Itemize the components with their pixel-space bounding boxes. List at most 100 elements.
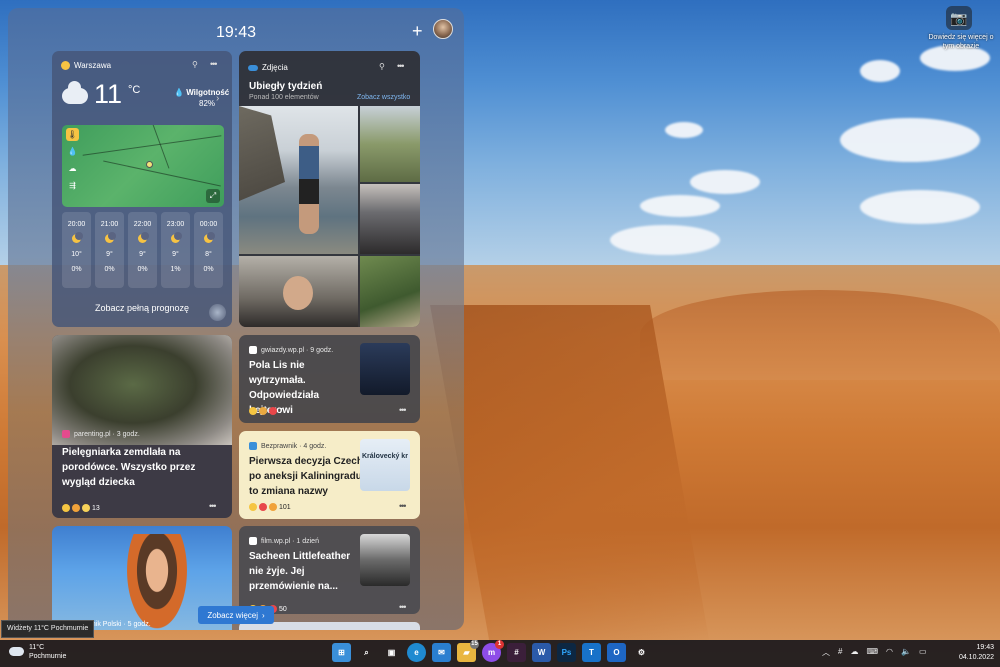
photo-thumbnail[interactable] — [360, 256, 420, 327]
chevron-right-icon[interactable]: › — [216, 93, 219, 104]
search-icon[interactable]: ⌕ — [357, 643, 376, 662]
avatar[interactable] — [433, 19, 453, 39]
news-card[interactable]: parenting.pl · 3 godz. Pielęgniarka zemd… — [52, 335, 232, 518]
photo-thumbnail[interactable] — [239, 256, 358, 327]
hour-item: 21:00 9° 0% — [95, 212, 124, 288]
droplet-icon[interactable]: 💧 — [66, 145, 79, 158]
cloud — [860, 190, 980, 224]
thermometer-icon[interactable]: 🌡 — [66, 128, 79, 141]
news-card[interactable]: gwiazdy.wp.pl · 9 godz. Pola Lis nie wyt… — [239, 335, 420, 423]
reactions[interactable]: 13 — [62, 504, 100, 512]
photos-widget[interactable]: Zdjęcia ⚲ ••• Ubiegły tydzień Ponad 100 … — [239, 51, 420, 327]
precip-value: 0% — [203, 266, 214, 273]
mail-icon[interactable]: ✉ — [432, 643, 451, 662]
news-card[interactable]: film.wp.pl · 1 dzień Sacheen Littlefeath… — [239, 526, 420, 614]
cloud-icon[interactable]: ☁ — [66, 162, 79, 175]
volume-icon[interactable]: 🔈 — [901, 647, 911, 658]
msn-avatar[interactable] — [209, 304, 226, 321]
photoshop-icon[interactable]: Ps — [557, 643, 576, 662]
folder-icon[interactable]: ▰ 15 — [457, 640, 479, 662]
moon-icon — [105, 232, 116, 243]
settings-icon[interactable]: ⚙ — [632, 643, 651, 662]
trello-icon[interactable]: T — [582, 643, 601, 662]
more-options-icon[interactable]: ••• — [209, 501, 217, 511]
news-headline[interactable]: Sacheen Littlefeather nie żyje. Jej prze… — [249, 549, 359, 594]
wp-logo-icon — [249, 537, 257, 545]
news-headline[interactable]: Pierwsza decyzja Czech po aneksji Kalini… — [249, 454, 364, 499]
wind-icon[interactable]: ⇶ — [66, 179, 79, 192]
news-image — [52, 335, 232, 445]
droplet-icon: 💧 — [174, 88, 184, 97]
keyboard-icon[interactable]: ⌨ — [866, 647, 878, 658]
news-card[interactable]: Bezprawnik · 4 godz. Pierwsza decyzja Cz… — [239, 431, 420, 519]
chevron-right-icon: › — [262, 610, 265, 620]
reaction-icon — [62, 504, 70, 512]
see-all-link[interactable]: Zobacz wszystko — [357, 94, 410, 101]
clock-date: 04.10.2022 — [958, 654, 994, 661]
weather-widget[interactable]: Warszawa ⚲ ••• 11 °C 💧 Wilgotność 82% › … — [52, 51, 232, 327]
parenting-logo-icon — [62, 430, 70, 438]
photos-subtitle: Ponad 100 elementów — [249, 94, 319, 101]
more-options-icon[interactable]: ••• — [210, 59, 218, 69]
pin-icon[interactable]: ⚲ — [379, 62, 385, 71]
pin-icon[interactable]: ⚲ — [192, 60, 198, 69]
full-forecast-link[interactable]: Zobacz pełną prognozę — [52, 303, 232, 313]
news-image — [122, 534, 192, 630]
more-options-icon[interactable]: ••• — [399, 501, 407, 511]
onedrive-icon[interactable]: ☁ — [850, 647, 858, 658]
add-widget-button[interactable]: + — [412, 22, 423, 40]
cloud — [860, 60, 900, 82]
location-marker — [146, 161, 153, 168]
photo-thumbnail[interactable] — [360, 184, 420, 254]
weather-map[interactable]: 🌡 💧 ☁ ⇶ ⤢ — [62, 125, 224, 207]
widgets-panel: 19:43 + Warszawa ⚲ ••• 11 °C 💧 Wilgotnoś… — [8, 8, 464, 630]
messenger-icon[interactable]: m1 — [482, 640, 504, 662]
cloud — [690, 170, 760, 194]
system-tray: ︿ # ☁ ⌨ ◠ 🔈 ▭ — [822, 647, 927, 658]
reaction-icon — [82, 504, 90, 512]
reactions[interactable]: 101 — [249, 503, 291, 511]
more-options-icon[interactable]: ••• — [399, 405, 407, 415]
precip-value: 0% — [137, 266, 148, 273]
reaction-icon — [72, 504, 80, 512]
reaction-icon — [269, 503, 277, 511]
edge-icon[interactable]: e — [407, 643, 426, 662]
taskbar-weather-button[interactable]: 11°C Pochmurnie — [9, 643, 66, 661]
task-view-icon[interactable]: ▣ — [382, 643, 401, 662]
humidity-label: 💧 Wilgotność — [174, 88, 230, 97]
word-icon[interactable]: W — [532, 643, 551, 662]
onedrive-icon — [248, 64, 258, 71]
sun-icon — [61, 61, 70, 70]
expand-icon[interactable]: ⤢ — [206, 189, 220, 203]
notification-badge: 1 — [495, 640, 504, 649]
reaction-icon — [249, 407, 257, 415]
battery-icon[interactable]: ▭ — [919, 647, 927, 658]
photo-thumbnail[interactable] — [360, 106, 420, 182]
camera-icon[interactable]: 📷 — [946, 6, 972, 30]
news-headline[interactable]: Pielęgniarka zemdlała na porodówce. Wszy… — [62, 445, 222, 490]
cloud-icon — [62, 81, 88, 104]
dune-ridge — [640, 290, 1000, 380]
reaction-icon — [259, 407, 267, 415]
news-source: film.wp.pl · 1 dzień — [249, 537, 319, 545]
wifi-icon[interactable]: ◠ — [886, 647, 893, 658]
slack-tray-icon[interactable]: # — [838, 647, 842, 658]
more-options-icon[interactable]: ••• — [399, 602, 407, 612]
cloud — [840, 118, 980, 162]
outlook-icon[interactable]: O — [607, 643, 626, 662]
news-thumbnail: Královecký kr — [360, 439, 410, 491]
taskbar-clock[interactable]: 19:43 04.10.2022 — [954, 643, 994, 663]
chevron-up-icon[interactable]: ︿ — [822, 647, 830, 658]
see-more-button[interactable]: Zobacz więcej › — [198, 606, 274, 624]
start-icon[interactable]: ⊞ — [332, 643, 351, 662]
reactions[interactable]: 7 — [249, 407, 283, 415]
hour-item: 20:00 10° 0% — [62, 212, 91, 288]
more-options-icon[interactable]: ••• — [397, 61, 405, 71]
photo-thumbnail[interactable] — [239, 106, 358, 254]
reaction-icon — [259, 503, 267, 511]
spotlight-info[interactable]: Dowiedz się więcej o tym obrazie — [922, 33, 1000, 51]
current-temperature: 11 — [94, 79, 123, 109]
slack-icon[interactable]: # — [507, 643, 526, 662]
news-source: Bezprawnik · 4 godz. — [249, 442, 326, 450]
precip-value: 1% — [170, 266, 181, 273]
